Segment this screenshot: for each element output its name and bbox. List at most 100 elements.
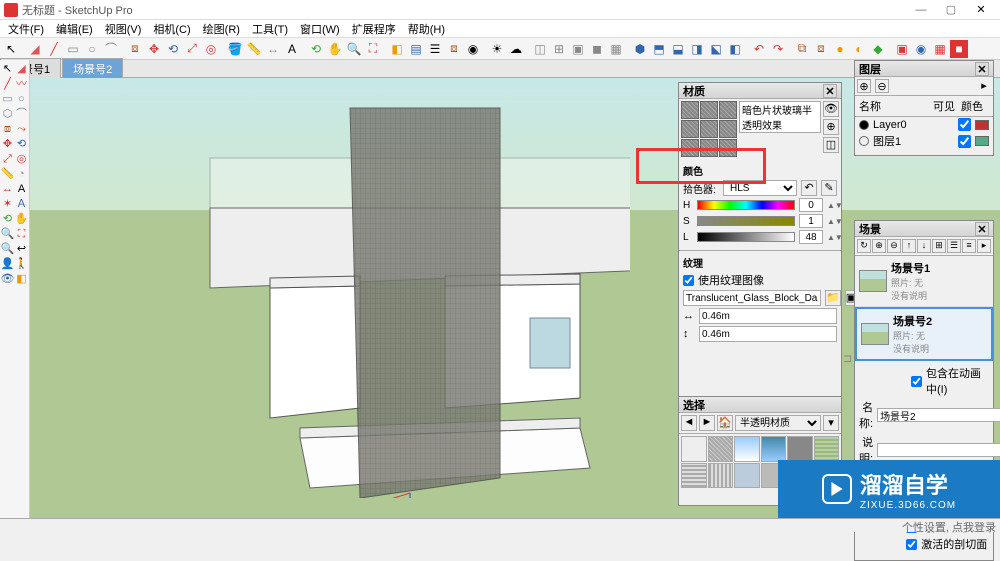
scene-item[interactable]: 场景号1 照片: 无 没有说明 [855, 256, 993, 307]
menu-draw[interactable]: 绘图(R) [199, 21, 244, 37]
wireframe-icon[interactable]: ⊞ [550, 40, 568, 58]
zoomext-icon[interactable]: 🔍 [1, 242, 15, 256]
minimize-button[interactable]: — [906, 4, 936, 16]
material-name-field[interactable]: 暗色片状玻璃半透明效果 [739, 101, 821, 133]
zoom-tool-icon[interactable]: 🔍 [345, 40, 363, 58]
scale-tool-icon[interactable]: ⤢ [183, 40, 201, 58]
square-icon[interactable]: ▭ [1, 92, 15, 106]
h-value[interactable] [799, 198, 823, 212]
scene-down-icon[interactable]: ↓ [917, 239, 931, 253]
layers-panel-header[interactable]: 图层 ✕ [855, 61, 993, 77]
line-icon[interactable]: ╱ [1, 77, 15, 91]
left-view-icon[interactable]: ◧ [726, 40, 744, 58]
xray-icon[interactable]: ◫ [531, 40, 549, 58]
move2-icon[interactable]: ✥ [1, 137, 15, 151]
components-icon[interactable]: ⧈ [445, 40, 463, 58]
add-layer-icon[interactable]: ⊕ [857, 79, 871, 93]
textured-icon[interactable]: ▦ [607, 40, 625, 58]
scene-menu-icon[interactable]: ▸ [977, 239, 991, 253]
mat-thumb[interactable] [681, 436, 707, 462]
status-text[interactable]: 个性设置, 点我登录 [902, 522, 996, 534]
position-cam-icon[interactable]: 👤 [1, 257, 15, 271]
close-button[interactable]: ✕ [966, 3, 996, 16]
update-scene-icon[interactable]: ↻ [857, 239, 871, 253]
create-material-icon[interactable]: ⊕ [823, 119, 839, 135]
circle2-icon[interactable]: ○ [15, 92, 29, 106]
back-view-icon[interactable]: ⬕ [707, 40, 725, 58]
mat-thumb[interactable] [787, 436, 813, 462]
fog-icon[interactable]: ☁ [507, 40, 525, 58]
mat-thumb[interactable] [734, 436, 760, 462]
delete-layer-icon[interactable]: ⊖ [875, 79, 889, 93]
texture-width[interactable] [699, 308, 837, 324]
redo-icon[interactable]: ↷ [769, 40, 787, 58]
home-icon[interactable]: 🏠 [717, 415, 733, 431]
front-view-icon[interactable]: ⬓ [669, 40, 687, 58]
layer-radio[interactable] [859, 120, 869, 130]
select-tool-icon[interactable]: ↖ [2, 40, 20, 58]
layers-menu-icon[interactable]: ▸ [977, 79, 991, 93]
undo-icon[interactable]: ↶ [750, 40, 768, 58]
add-scene-icon[interactable]: ⊕ [872, 239, 886, 253]
tape-measure-icon[interactable]: 📏 [245, 40, 263, 58]
scene-list-icon[interactable]: ☰ [947, 239, 961, 253]
plugin-8-icon[interactable]: ▦ [931, 40, 949, 58]
menu-tools[interactable]: 工具(T) [248, 21, 292, 37]
default-material-icon[interactable]: ◫ [823, 137, 839, 153]
pan2-icon[interactable]: ✋ [15, 212, 29, 226]
scene-tab-2[interactable]: 场景号2 [62, 58, 123, 79]
layer-radio[interactable] [859, 136, 869, 146]
s-spinner[interactable]: ▲▼ [827, 217, 837, 226]
h-spinner[interactable]: ▲▼ [827, 201, 837, 210]
arc-tool-icon[interactable]: ⌒ [102, 40, 120, 58]
eraser-tool-icon[interactable]: ◢ [26, 40, 44, 58]
layers-close-icon[interactable]: ✕ [975, 62, 989, 76]
s-value[interactable] [799, 214, 823, 228]
use-texture-checkbox[interactable] [683, 275, 694, 286]
material-preview-thumb[interactable] [681, 101, 737, 157]
paint-bucket-icon[interactable]: 🪣 [226, 40, 244, 58]
texture-height[interactable] [699, 326, 837, 342]
layer-visible-checkbox[interactable] [958, 135, 971, 148]
layer-row[interactable]: 图层1 [855, 132, 993, 150]
push-pull-icon[interactable]: ⧈ [126, 40, 144, 58]
plugin-3-icon[interactable]: ● [831, 40, 849, 58]
layer-color-swatch[interactable] [975, 136, 989, 146]
layers-icon[interactable]: ▤ [407, 40, 425, 58]
mat-thumb[interactable] [708, 463, 734, 489]
scene-item[interactable]: 场景号2 照片: 无 没有说明 [855, 307, 993, 361]
section-tool-icon[interactable]: ◧ [388, 40, 406, 58]
move-tool-icon[interactable]: ✥ [145, 40, 163, 58]
menu-camera[interactable]: 相机(C) [149, 21, 194, 37]
pushpull2-icon[interactable]: ⧈ [1, 122, 15, 136]
save-section-checkbox[interactable] [906, 539, 917, 550]
l-slider[interactable] [697, 232, 795, 242]
rotate2-icon[interactable]: ⟲ [15, 137, 29, 151]
picker-mode-select[interactable]: HLS [723, 180, 797, 196]
layer-color-swatch[interactable] [975, 120, 989, 130]
orbit-tool-icon[interactable]: ⟲ [307, 40, 325, 58]
mat-thumb[interactable] [681, 463, 707, 489]
circle-tool-icon[interactable]: ○ [83, 40, 101, 58]
browse-texture-icon[interactable]: 📁 [825, 290, 841, 306]
freehand-icon[interactable]: 〰 [15, 77, 29, 91]
scene-desc-field[interactable] [877, 443, 1000, 457]
line-tool-icon[interactable]: ╱ [45, 40, 63, 58]
menu-edit[interactable]: 编辑(E) [52, 21, 97, 37]
sample-paint-icon[interactable]: 👁 [823, 101, 839, 117]
plugin-7-icon[interactable]: ◉ [912, 40, 930, 58]
walk-icon[interactable]: 🚶 [15, 257, 29, 271]
include-animation-checkbox[interactable] [911, 376, 922, 387]
mat-thumb[interactable] [734, 463, 760, 489]
plugin-9-icon[interactable]: ■ [950, 40, 968, 58]
l-spinner[interactable]: ▲▼ [827, 233, 837, 242]
h-slider[interactable] [697, 200, 795, 210]
scenes-panel-header[interactable]: 场景 ✕ [855, 221, 993, 237]
shaded-icon[interactable]: ◼ [588, 40, 606, 58]
arc2-icon[interactable]: ⌒ [15, 107, 29, 121]
maximize-button[interactable]: ▢ [936, 3, 966, 16]
orbit2-icon[interactable]: ⟲ [1, 212, 15, 226]
material-lib-select[interactable]: 半透明材质 [735, 415, 821, 431]
outliner-icon[interactable]: ☰ [426, 40, 444, 58]
scene-view-icon[interactable]: ⊞ [932, 239, 946, 253]
